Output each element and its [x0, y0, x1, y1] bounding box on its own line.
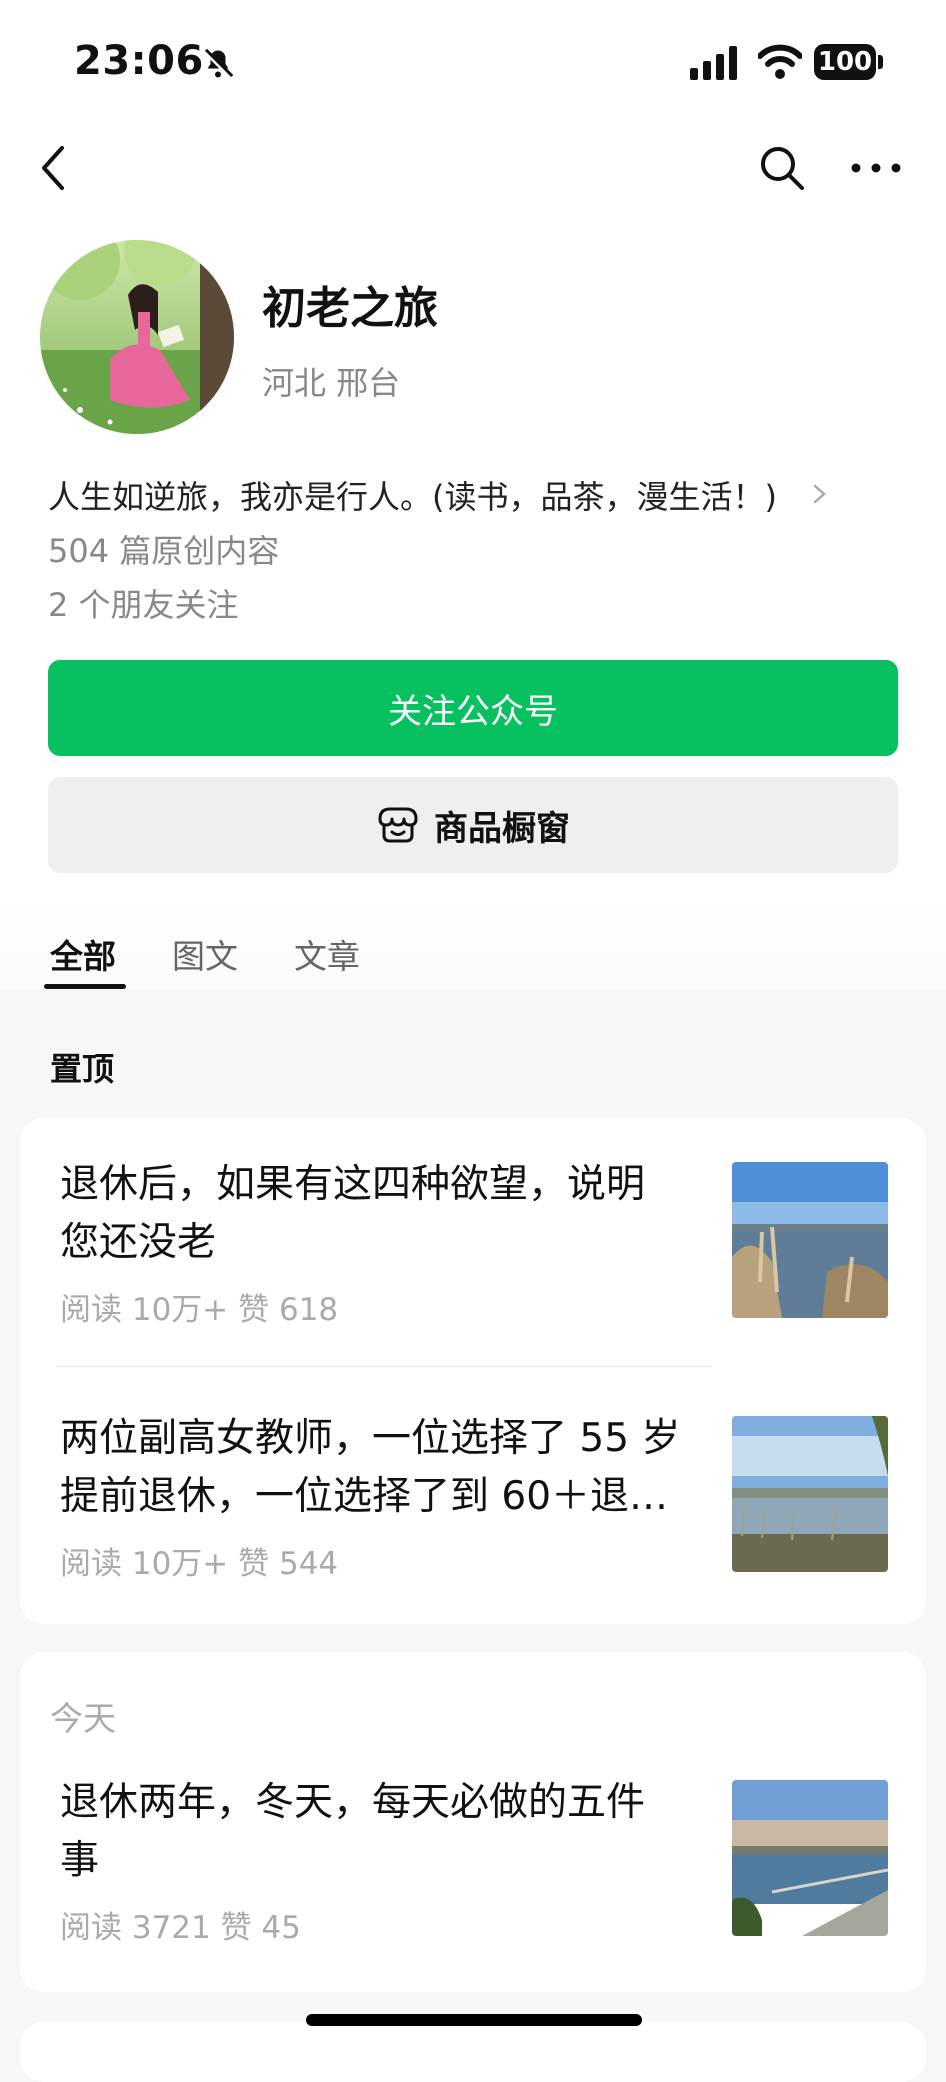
- wifi-icon: [758, 44, 802, 79]
- tab-articles[interactable]: 文章: [294, 930, 360, 978]
- article-meta: 阅读 3721 赞 45: [60, 1910, 301, 1946]
- follow-button-label: 关注公众号: [388, 691, 558, 732]
- article-title-line: 退休后，如果有这四种欲望，说明: [60, 1162, 646, 1207]
- article-title-line: 两位副高女教师，一位选择了 55 岁: [60, 1416, 681, 1461]
- article-title-line: 提前退休，一位选择了到 60＋退…: [60, 1474, 669, 1519]
- battery-cap: [878, 55, 883, 69]
- article-thumbnail: [732, 1162, 888, 1318]
- bell-off-icon: [202, 48, 234, 80]
- shop-button[interactable]: 商品橱窗: [48, 777, 898, 873]
- account-location: 河北 邢台: [262, 364, 401, 402]
- article-title: 两位副高女教师，一位选择了 55 岁 提前退休，一位选择了到 60＋退…: [60, 1410, 700, 1526]
- article-title: 退休后，如果有这四种欲望，说明 您还没老: [60, 1156, 700, 1272]
- avatar[interactable]: [40, 240, 234, 434]
- next-articles-card: [20, 2022, 926, 2082]
- divider: [56, 1366, 712, 1367]
- article-title-line: 退休两年，冬天，每天必做的五件: [60, 1780, 646, 1825]
- article-title-line: 您还没老: [60, 1220, 217, 1265]
- tab-all[interactable]: 全部: [50, 930, 116, 978]
- home-indicator[interactable]: [306, 2014, 642, 2026]
- battery-indicator: 100: [814, 44, 876, 80]
- search-icon[interactable]: [756, 142, 808, 194]
- today-articles-card: 今天 退休两年，冬天，每天必做的五件 事 阅读 3721 赞 45: [20, 1652, 926, 1992]
- status-time: 23:06: [74, 38, 204, 84]
- avatar-illustration: [40, 240, 234, 434]
- back-icon[interactable]: [34, 140, 74, 196]
- original-count[interactable]: 504 篇原创内容: [48, 526, 279, 572]
- date-section-label: 今天: [50, 1699, 116, 1738]
- article-title: 退休两年，冬天，每天必做的五件 事: [60, 1774, 700, 1890]
- shop-icon: [378, 807, 418, 843]
- article-title-line: 事: [60, 1838, 100, 1883]
- signal-icon: [690, 46, 737, 80]
- active-tab-indicator: [44, 984, 126, 989]
- account-bio[interactable]: 人生如逆旅，我亦是行人。(读书，品茶，漫生活！): [48, 472, 777, 518]
- friends-following[interactable]: 2 个朋友关注: [48, 580, 239, 626]
- chevron-right-icon[interactable]: [810, 478, 830, 510]
- article-meta: 阅读 10万+ 赞 544: [60, 1546, 339, 1582]
- article-thumbnail: [732, 1416, 888, 1572]
- more-icon[interactable]: [850, 148, 902, 188]
- tab-picture-text[interactable]: 图文: [172, 930, 238, 978]
- article-thumbnail: [732, 1780, 888, 1936]
- pinned-articles-card: 退休后，如果有这四种欲望，说明 您还没老 阅读 10万+ 赞 618 两位副高女…: [20, 1118, 926, 1624]
- shop-button-label: 商品橱窗: [434, 808, 570, 849]
- article-meta: 阅读 10万+ 赞 618: [60, 1292, 339, 1328]
- follow-button[interactable]: 关注公众号: [48, 660, 898, 756]
- pinned-section-label: 置顶: [50, 1050, 115, 1088]
- account-name: 初老之旅: [262, 283, 438, 334]
